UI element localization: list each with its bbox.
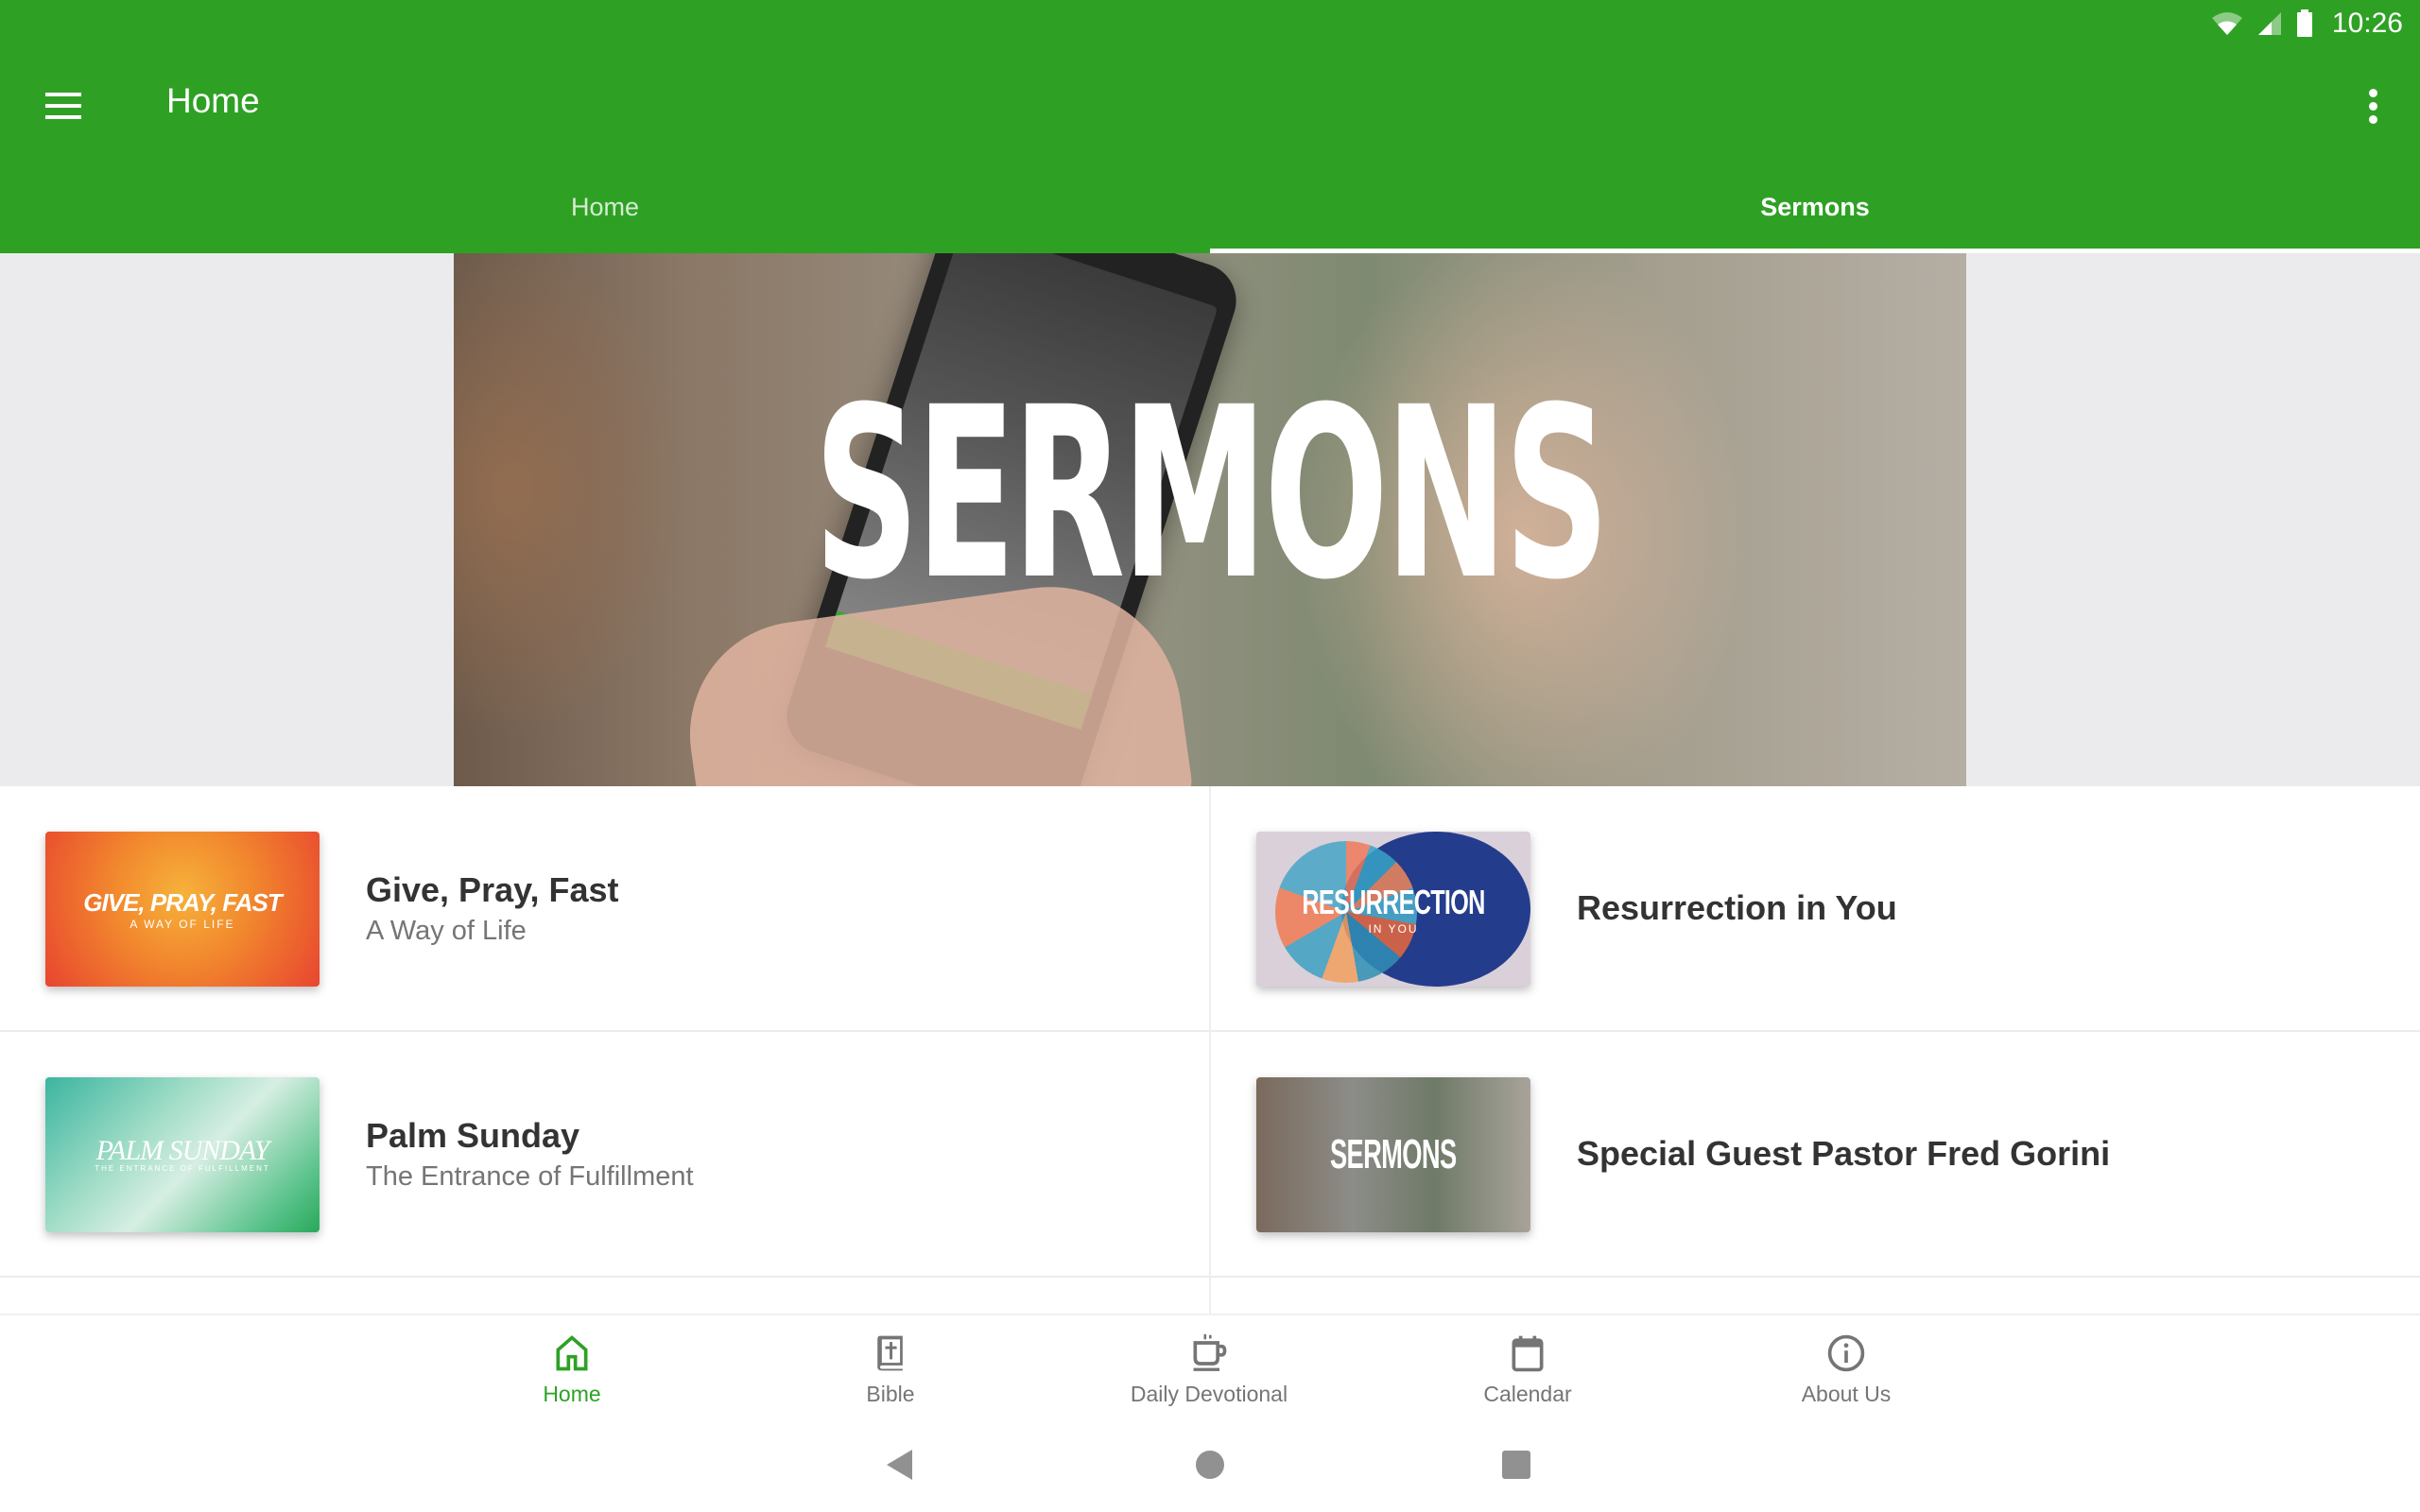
sermon-title: Resurrection in You (1577, 888, 1897, 927)
sermon-title: Give, Pray, Fast (366, 869, 619, 909)
sermon-thumbnail: RESURRECTION IN YOU (1256, 832, 1530, 987)
nav-about-us-label: About Us (1801, 1382, 1892, 1406)
cell-signal-icon (2257, 12, 2281, 35)
sermon-subtitle: A Way of Life (366, 915, 527, 946)
nav-home-label: Home (543, 1382, 601, 1406)
hamburger-menu-icon[interactable] (45, 83, 91, 129)
calendar-icon (1512, 1335, 1544, 1372)
toolbar-title: Home (166, 81, 260, 120)
wifi-icon (2211, 12, 2242, 35)
tab-bar: Home Sermons (0, 164, 2420, 253)
banner-area: SERMONS (0, 253, 2420, 786)
system-home-icon[interactable] (1194, 1448, 1226, 1482)
sermon-item-palm-sunday[interactable]: PALM SUNDAY THE ENTRANCE OF FULFILLMENT … (0, 1032, 1209, 1278)
sermon-thumbnail: PALM SUNDAY THE ENTRANCE OF FULFILLMENT (45, 1077, 320, 1232)
sermon-title: Palm Sunday (366, 1115, 580, 1155)
sermons-banner: SERMONS (454, 253, 1966, 786)
nav-about-us[interactable]: About Us (1742, 1315, 1950, 1419)
back-icon[interactable] (884, 1448, 916, 1482)
toolbar: Home (0, 47, 2420, 164)
tab-home[interactable]: Home (0, 164, 1210, 253)
sermon-item-special-guest-pastor[interactable]: SERMONS Special Guest Pastor Fred Gorini (1211, 1032, 2420, 1278)
nav-bible[interactable]: Bible (786, 1315, 994, 1419)
sermon-title: Special Guest Pastor Fred Gorini (1577, 1134, 2111, 1173)
nav-daily-devotional-label: Daily Devotional (1130, 1382, 1288, 1406)
bible-icon (877, 1335, 903, 1371)
nav-home[interactable]: Home (468, 1315, 676, 1419)
system-navigation-bar (0, 1418, 2420, 1512)
sermon-item-resurrection-in-you[interactable]: RESURRECTION IN YOU Resurrection in You (1211, 786, 2420, 1032)
nav-bible-label: Bible (866, 1382, 915, 1406)
nav-calendar[interactable]: Calendar (1424, 1315, 1632, 1419)
app-bar: 10:26 Home Home Sermons (0, 0, 2420, 253)
nav-daily-devotional[interactable]: Daily Devotional (1105, 1315, 1313, 1419)
tab-sermons[interactable]: Sermons (1210, 164, 2420, 253)
info-icon (1827, 1334, 1865, 1372)
status-bar: 10:26 (2211, 0, 2420, 47)
sermon-list: GIVE, PRAY, FAST A WAY OF LIFE Give, Pra… (0, 786, 2420, 1314)
sermon-subtitle: The Entrance of Fulfillment (366, 1160, 694, 1192)
status-time: 10:26 (2331, 8, 2403, 39)
nav-calendar-label: Calendar (1483, 1382, 1572, 1406)
bottom-navigation: Home Bible Daily Devotional Calendar Abo… (0, 1314, 2420, 1419)
battery-icon (2296, 9, 2312, 37)
banner-title: SERMONS (813, 356, 1610, 631)
sermon-thumbnail: GIVE, PRAY, FAST A WAY OF LIFE (45, 832, 320, 987)
sermon-thumbnail: SERMONS (1256, 1077, 1530, 1232)
coffee-cup-icon (1193, 1333, 1227, 1371)
more-vert-icon[interactable] (2344, 76, 2401, 136)
home-icon (556, 1335, 588, 1371)
recents-icon[interactable] (1500, 1448, 1532, 1482)
sermon-item-give-pray-fast[interactable]: GIVE, PRAY, FAST A WAY OF LIFE Give, Pra… (0, 786, 1209, 1032)
